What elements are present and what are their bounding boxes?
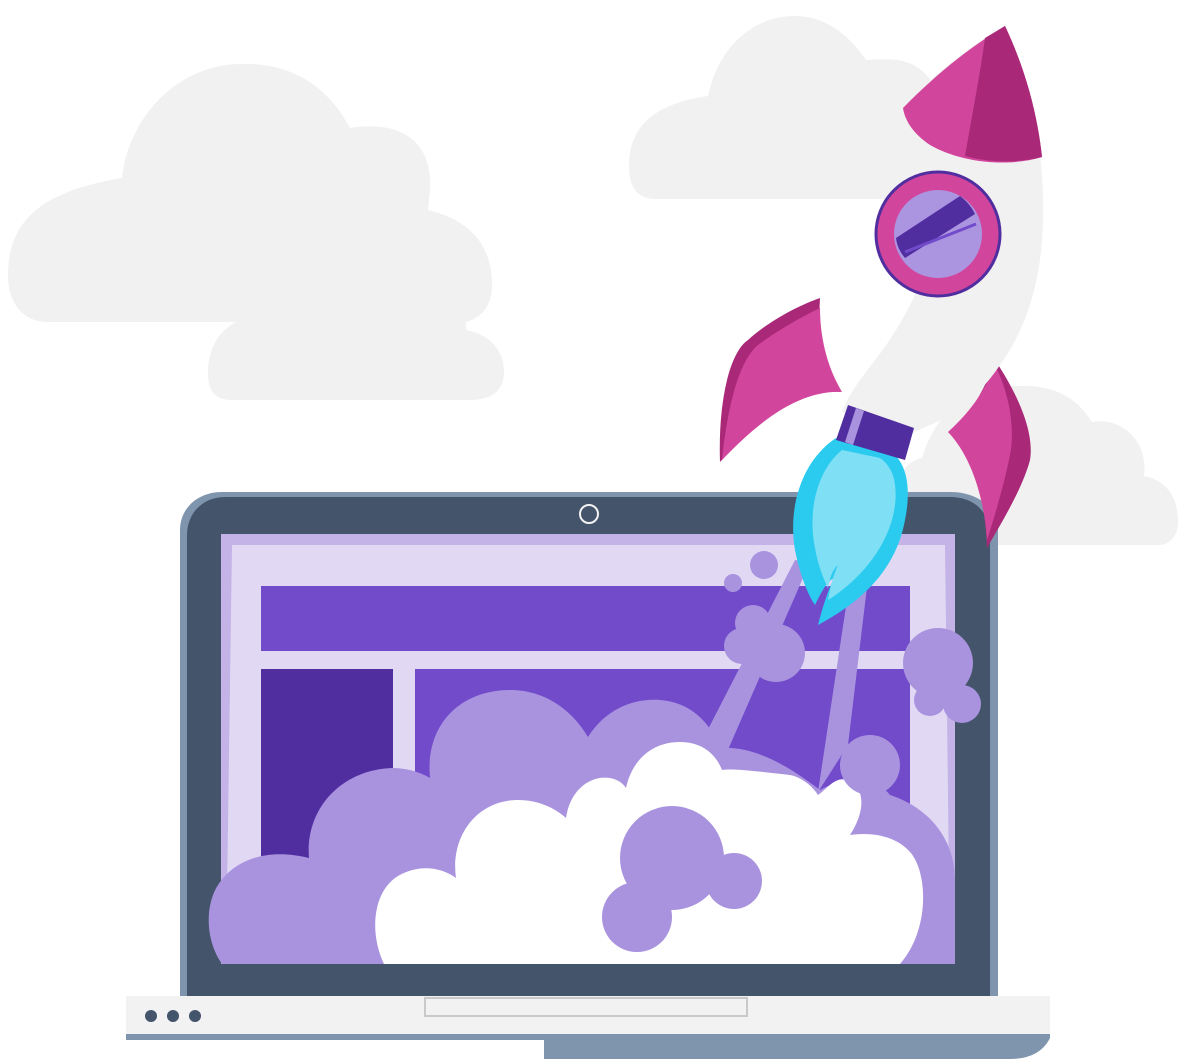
laptop-base [126,996,1050,1059]
smoke-bubble [747,624,805,682]
smoke-bubble [750,551,778,579]
laptop-base-underside [126,1030,1050,1059]
smoke-bubble [602,882,672,952]
smoke-bubble [943,685,981,723]
indicator-dot [167,1010,179,1022]
indicator-dot [189,1010,201,1022]
smoke-bubble [840,735,900,795]
smoke-bubble [724,574,742,592]
smoke-bubble [914,684,946,716]
smoke-bubble [706,853,762,909]
rocket-fin-left-highlight [722,308,842,460]
indicator-dots [145,1010,201,1022]
indicator-dot [145,1010,157,1022]
rocket-launch-illustration [8,16,1178,1059]
cloud-left [8,63,504,401]
